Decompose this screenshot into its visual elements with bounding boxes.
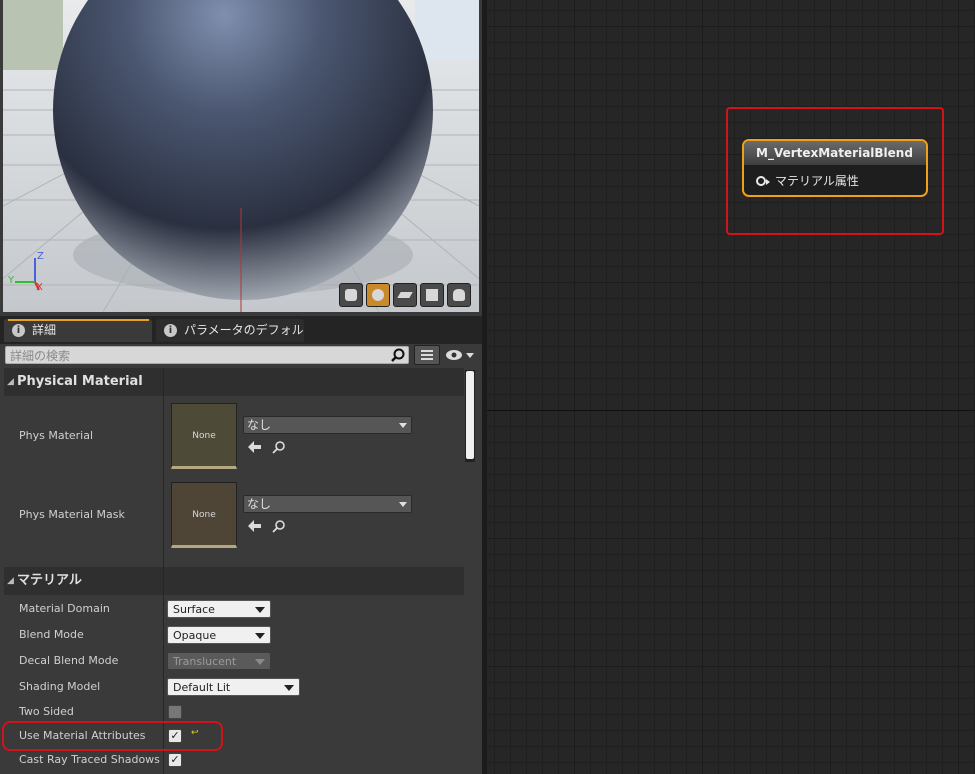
active-tab-indicator [8,319,149,321]
search-icon[interactable] [391,348,405,362]
preview-sphere-button[interactable] [366,283,390,307]
phys-material-label: Phys Material [19,429,94,442]
expand-triangle-icon: ◢ [7,377,14,387]
property-matrix-button[interactable] [414,345,440,365]
blend-mode-label: Blend Mode [19,628,84,641]
info-icon: i [12,324,25,337]
blend-mode-row: Blend Mode Opaque [4,622,464,647]
expand-triangle-icon: ◢ [7,576,14,586]
decal-blend-mode-value: Translucent [173,655,237,668]
tab-parameter-defaults[interactable]: i パラメータのデフォル [156,319,304,342]
use-selected-arrow-icon[interactable] [248,441,262,453]
material-domain-label: Material Domain [19,602,110,615]
preview-cylinder-button[interactable] [339,283,363,307]
blend-mode-dropdown[interactable]: Opaque [167,626,271,644]
axis-z-label: Z [37,251,44,262]
grid-icon [421,350,433,360]
shading-model-label: Shading Model [19,680,101,693]
use-material-attributes-highlight [2,721,223,751]
category-physical-material[interactable]: ◢ Physical Material [4,368,464,396]
material-editor-left-panel: Z Y X i 詳細 i パラメータのデフォル 詳細の検索 ◢ Physical… [0,0,482,774]
phys-material-mask-label: Phys Material Mask [19,508,125,521]
chevron-down-icon [399,423,407,428]
decal-blend-mode-dropdown: Translucent [167,652,271,670]
material-graph-canvas[interactable]: M_VertexMaterialBlend マテリアル属性 [487,0,975,774]
blend-mode-value: Opaque [173,629,217,642]
chevron-down-icon [255,607,265,613]
phys-material-mask-value: なし [247,497,272,511]
plane-icon [397,292,413,298]
info-icon: i [164,324,177,337]
phys-material-value: なし [247,418,272,432]
chevron-down-icon [255,633,265,639]
two-sided-checkbox[interactable] [168,705,182,719]
shading-model-value: Default Lit [173,681,231,694]
tab-details[interactable]: i 詳細 [4,319,152,342]
browse-search-icon[interactable] [272,440,286,454]
sphere-icon [372,289,384,301]
cylinder-icon [345,289,357,301]
graph-axis-line [487,410,975,411]
teapot-icon [453,289,465,301]
tab-details-label: 詳細 [32,323,57,337]
category-material-label: マテリアル [17,573,82,588]
use-selected-arrow-icon[interactable] [248,520,262,532]
cast-ray-traced-shadows-label: Cast Ray Traced Shadows [19,753,160,766]
material-domain-row: Material Domain Surface [4,596,464,621]
axis-x-label: X [36,282,43,293]
browse-search-icon[interactable] [272,519,286,533]
preview-custom-mesh-button[interactable] [447,283,471,307]
preview-plane-button[interactable] [393,283,417,307]
view-options-eye-icon[interactable] [444,348,476,362]
details-panel: ◢ Physical Material Phys Material None な… [4,368,464,774]
chevron-down-icon [284,685,294,691]
shading-model-row: Shading Model Default Lit [4,674,464,699]
details-scrollbar-thumb[interactable] [466,371,474,459]
phys-material-mask-thumbnail[interactable]: None [171,482,237,548]
column-divider[interactable] [163,368,164,774]
tab-parameter-defaults-label: パラメータのデフォル [184,323,304,337]
details-search-input[interactable]: 詳細の検索 [5,346,409,364]
material-domain-dropdown[interactable]: Surface [167,600,271,618]
phys-material-mask-row: Phys Material Mask None なし [4,475,464,565]
preview-viewport[interactable]: Z Y X [3,0,479,312]
phys-material-row: Phys Material None なし [4,396,464,475]
decal-blend-mode-row: Decal Blend Mode Translucent [4,648,464,673]
category-material[interactable]: ◢ マテリアル [4,567,464,595]
category-physical-material-label: Physical Material [17,374,143,389]
axis-y-label: Y [8,275,15,286]
cast-ray-traced-shadows-checkbox[interactable]: ✓ [168,753,182,767]
phys-material-mask-asset-dropdown[interactable]: なし [243,495,412,513]
chevron-down-icon [255,659,265,665]
two-sided-label: Two Sided [19,705,74,718]
material-domain-value: Surface [173,603,215,616]
shading-model-dropdown[interactable]: Default Lit [167,678,300,696]
phys-material-thumbnail[interactable]: None [171,403,237,469]
preview-scene [3,0,479,312]
cast-ray-traced-shadows-row: Cast Ray Traced Shadows ✓ [4,748,464,774]
node-highlight [726,107,944,235]
chevron-down-icon [399,502,407,507]
phys-material-asset-dropdown[interactable]: なし [243,416,412,434]
decal-blend-mode-label: Decal Blend Mode [19,654,119,667]
cube-icon [426,289,438,301]
preview-cube-button[interactable] [420,283,444,307]
